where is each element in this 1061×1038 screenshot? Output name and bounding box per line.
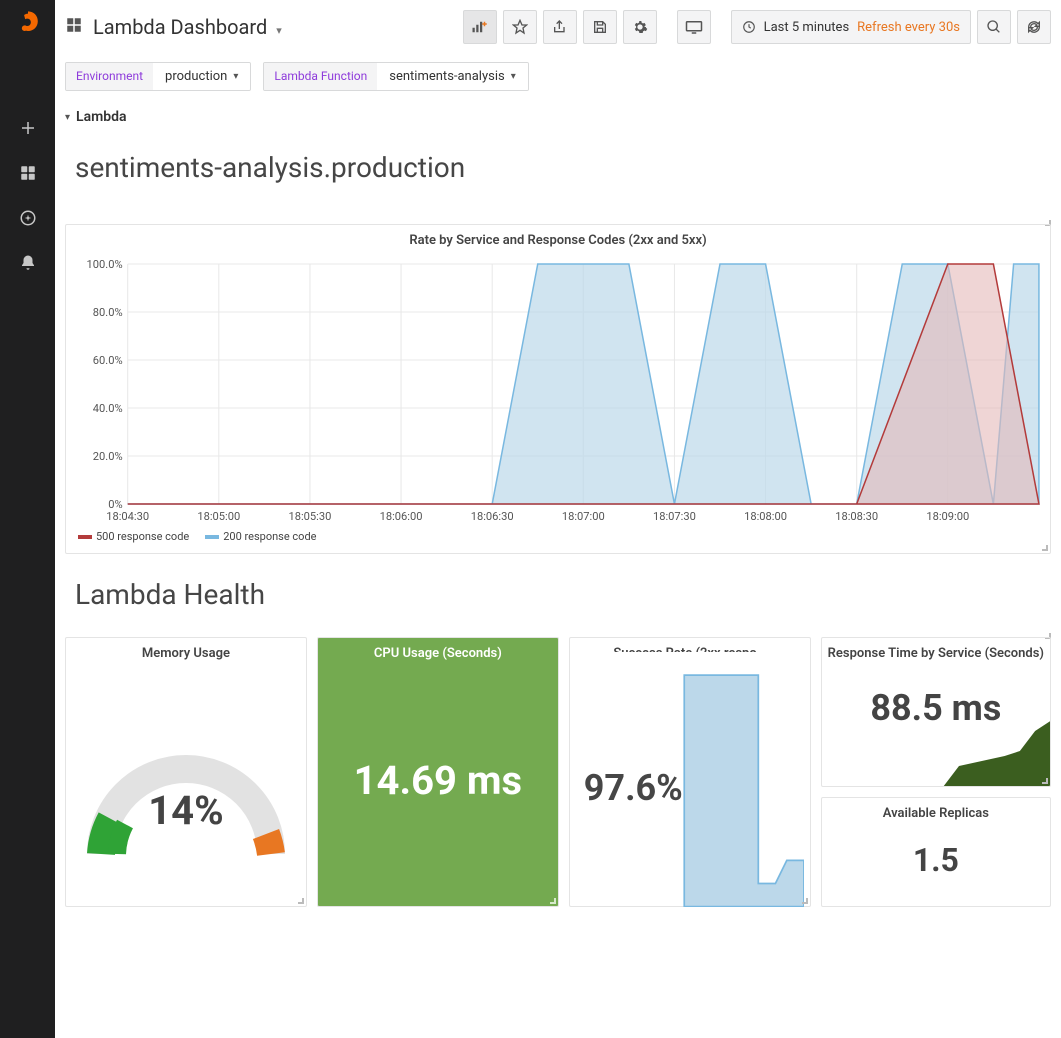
var-lambda-function: Lambda Function sentiments-analysis ▾ <box>263 62 528 91</box>
var-lambda-value[interactable]: sentiments-analysis ▾ <box>377 63 527 90</box>
dashboard-title-text: Lambda Dashboard <box>93 15 267 39</box>
panel-title: Response Time by Service (Seconds) <box>828 642 1044 667</box>
resize-handle-icon[interactable] <box>1042 545 1048 551</box>
share-button[interactable] <box>543 10 577 44</box>
replicas-value: 1.5 <box>828 827 1044 879</box>
main-content: Lambda Dashboard ▾ <box>55 0 1061 1038</box>
svg-text:18:05:00: 18:05:00 <box>197 510 240 523</box>
grafana-logo[interactable] <box>14 10 42 38</box>
svg-text:18:06:30: 18:06:30 <box>471 510 514 523</box>
star-button[interactable] <box>503 10 537 44</box>
panel-available-replicas: Available Replicas 1.5 <box>821 797 1051 907</box>
panel-cpu-usage: CPU Usage (Seconds) 14.69 ms <box>317 637 559 907</box>
svg-text:40.0%: 40.0% <box>93 402 123 415</box>
view-mode-button[interactable] <box>677 10 711 44</box>
chart-legend: 500 response code 200 response code <box>72 524 1044 547</box>
time-range-picker[interactable]: Last 5 minutes Refresh every 30s <box>731 10 971 44</box>
cpu-value: 14.69 ms <box>324 667 552 894</box>
clock-icon <box>742 20 756 34</box>
var-lambda-label: Lambda Function <box>264 63 377 90</box>
time-range-text: Last 5 minutes <box>764 20 850 35</box>
panel-title: CPU Usage (Seconds) <box>324 642 552 667</box>
legend-item-500[interactable]: 500 response code <box>78 530 189 543</box>
explore-icon[interactable] <box>18 208 38 228</box>
sidebar <box>0 0 55 1038</box>
add-panel-button[interactable] <box>463 10 497 44</box>
svg-text:20.0%: 20.0% <box>93 450 123 463</box>
var-environment-value[interactable]: production ▾ <box>153 63 250 90</box>
svg-text:60.0%: 60.0% <box>93 354 123 367</box>
var-environment-label: Environment <box>66 63 153 90</box>
dashboard-title-dropdown[interactable]: Lambda Dashboard ▾ <box>93 15 282 39</box>
panel-success-rate: Success Rate (2xx respo… 97.6% <box>569 637 811 907</box>
svg-text:18:08:00: 18:08:00 <box>744 510 787 523</box>
svg-text:18:08:30: 18:08:30 <box>835 510 878 523</box>
gauge: 14% <box>72 667 300 894</box>
svg-text:18:06:00: 18:06:00 <box>380 510 423 523</box>
response-value: 88.5 ms <box>828 667 1044 729</box>
panel-title: Success Rate (2xx respo… <box>576 642 804 652</box>
svg-text:18:07:00: 18:07:00 <box>562 510 605 523</box>
save-button[interactable] <box>583 10 617 44</box>
health-row: Memory Usage 14% CPU Usage (Seconds) 14.… <box>65 637 1051 907</box>
success-value: 97.6% <box>576 767 691 809</box>
resize-handle-icon[interactable] <box>550 898 556 904</box>
panel-response-time: Response Time by Service (Seconds) 88.5 … <box>821 637 1051 787</box>
memory-value: 14% <box>148 787 223 834</box>
resize-handle-icon[interactable] <box>802 898 808 904</box>
variable-bar: Environment production ▾ Lambda Function… <box>65 54 1051 105</box>
svg-text:18:07:30: 18:07:30 <box>653 510 696 523</box>
svg-text:18:05:30: 18:05:30 <box>289 510 332 523</box>
svg-text:100.0%: 100.0% <box>87 258 123 271</box>
topbar: Lambda Dashboard ▾ <box>65 10 1051 54</box>
row-title-text: Lambda <box>76 109 127 125</box>
chevron-down-icon: ▾ <box>65 112 70 123</box>
panel-title: Available Replicas <box>828 802 1044 827</box>
resize-handle-icon[interactable] <box>298 898 304 904</box>
svg-text:0%: 0% <box>108 498 122 511</box>
zoom-out-button[interactable] <box>977 10 1011 44</box>
dashboard-grid-icon <box>65 16 83 38</box>
legend-item-200[interactable]: 200 response code <box>205 530 316 543</box>
panel-memory-usage: Memory Usage 14% <box>65 637 307 907</box>
chevron-down-icon: ▾ <box>511 71 516 82</box>
plus-icon[interactable] <box>18 118 38 138</box>
refresh-button[interactable] <box>1017 10 1051 44</box>
var-environment: Environment production ▾ <box>65 62 251 91</box>
panel-rate-chart: Rate by Service and Response Codes (2xx … <box>65 224 1051 554</box>
resize-handle-icon[interactable] <box>1042 778 1048 784</box>
section-title-health: Lambda Health <box>65 554 1051 627</box>
panel-title: Rate by Service and Response Codes (2xx … <box>72 229 1044 254</box>
svg-text:80.0%: 80.0% <box>93 306 123 319</box>
page-title: sentiments-analysis.production <box>65 135 1051 214</box>
svg-text:18:04:30: 18:04:30 <box>106 510 149 523</box>
toolbar: Last 5 minutes Refresh every 30s <box>463 10 1051 44</box>
alerting-icon[interactable] <box>18 253 38 273</box>
chart-area[interactable]: 100.0% 80.0% 60.0% 40.0% 20.0% 0% 18:04:… <box>72 254 1044 524</box>
settings-button[interactable] <box>623 10 657 44</box>
refresh-interval-text: Refresh every 30s <box>857 20 960 35</box>
panel-title: Memory Usage <box>72 642 300 667</box>
svg-text:18:09:00: 18:09:00 <box>926 510 969 523</box>
chevron-down-icon: ▾ <box>276 24 282 37</box>
row-lambda-toggle[interactable]: ▾ Lambda <box>65 105 1051 135</box>
chevron-down-icon: ▾ <box>233 71 238 82</box>
dashboards-icon[interactable] <box>18 163 38 183</box>
